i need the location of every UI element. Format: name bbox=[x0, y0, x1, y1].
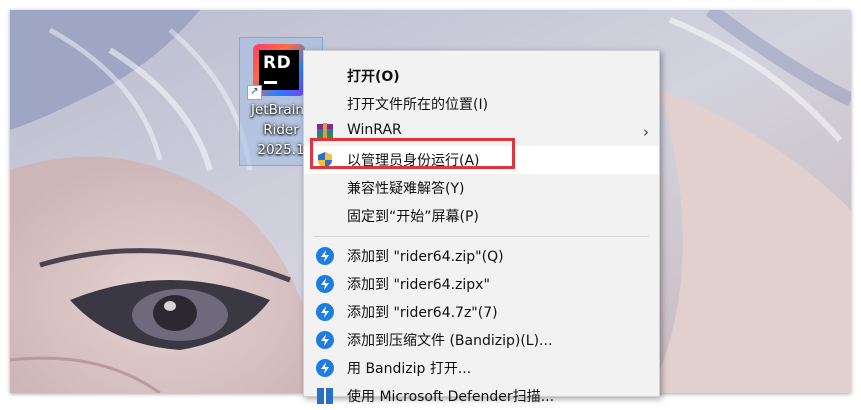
menu-item-defender-scan[interactable]: 使用 Microsoft Defender扫描... bbox=[304, 382, 659, 410]
menu-item-label: 添加到 "rider64.zip"(Q) bbox=[347, 249, 504, 265]
menu-item-label: 打开(O) bbox=[347, 69, 400, 85]
bandizip-icon bbox=[316, 275, 334, 293]
menu-item-add-zip[interactable]: 添加到 "rider64.zip"(Q) bbox=[304, 242, 659, 270]
menu-item-label: 使用 Microsoft Defender扫描... bbox=[347, 389, 555, 405]
menu-item-label: 用 Bandizip 打开... bbox=[347, 361, 472, 377]
defender-icon bbox=[317, 388, 333, 404]
highlight-annotation-box bbox=[310, 138, 515, 169]
menu-item-label: 添加到压缩文件 (Bandizip)(L)... bbox=[347, 333, 553, 349]
menu-item-add-7z[interactable]: 添加到 "rider64.7z"(7) bbox=[304, 298, 659, 326]
menu-separator bbox=[314, 236, 649, 237]
menu-item-label: 添加到 "rider64.7z"(7) bbox=[347, 305, 498, 321]
menu-item-label: 打开文件所在的位置(I) bbox=[347, 97, 489, 113]
menu-item-label: 兼容性疑难解答(Y) bbox=[347, 181, 465, 197]
bandizip-icon bbox=[316, 331, 334, 349]
chevron-right-icon: › bbox=[643, 123, 649, 141]
shortcut-arrow-icon: ↗ bbox=[247, 85, 262, 100]
context-menu: 打开(O) 打开文件所在的位置(I) WinRAR › 以管理员身份运行(A) … bbox=[303, 50, 660, 405]
bandizip-icon bbox=[316, 359, 334, 377]
bandizip-icon bbox=[316, 303, 334, 321]
rider-logo-text: RD bbox=[263, 53, 292, 73]
menu-item-open-with-bandizip[interactable]: 用 Bandizip 打开... bbox=[304, 354, 659, 382]
menu-item-add-zipx[interactable]: 添加到 "rider64.zipx" bbox=[304, 270, 659, 298]
menu-item-open[interactable]: 打开(O) bbox=[304, 62, 659, 90]
menu-item-add-to-archive[interactable]: 添加到压缩文件 (Bandizip)(L)... bbox=[304, 326, 659, 354]
menu-item-compat-troubleshoot[interactable]: 兼容性疑难解答(Y) bbox=[304, 174, 659, 202]
bandizip-icon bbox=[316, 247, 334, 265]
menu-item-label: 添加到 "rider64.zipx" bbox=[347, 277, 490, 293]
menu-item-open-location[interactable]: 打开文件所在的位置(I) bbox=[304, 90, 659, 118]
menu-item-label: 固定到“开始”屏幕(P) bbox=[347, 209, 479, 225]
menu-item-label: WinRAR bbox=[347, 122, 402, 138]
menu-item-pin-to-start[interactable]: 固定到“开始”屏幕(P) bbox=[304, 202, 659, 230]
